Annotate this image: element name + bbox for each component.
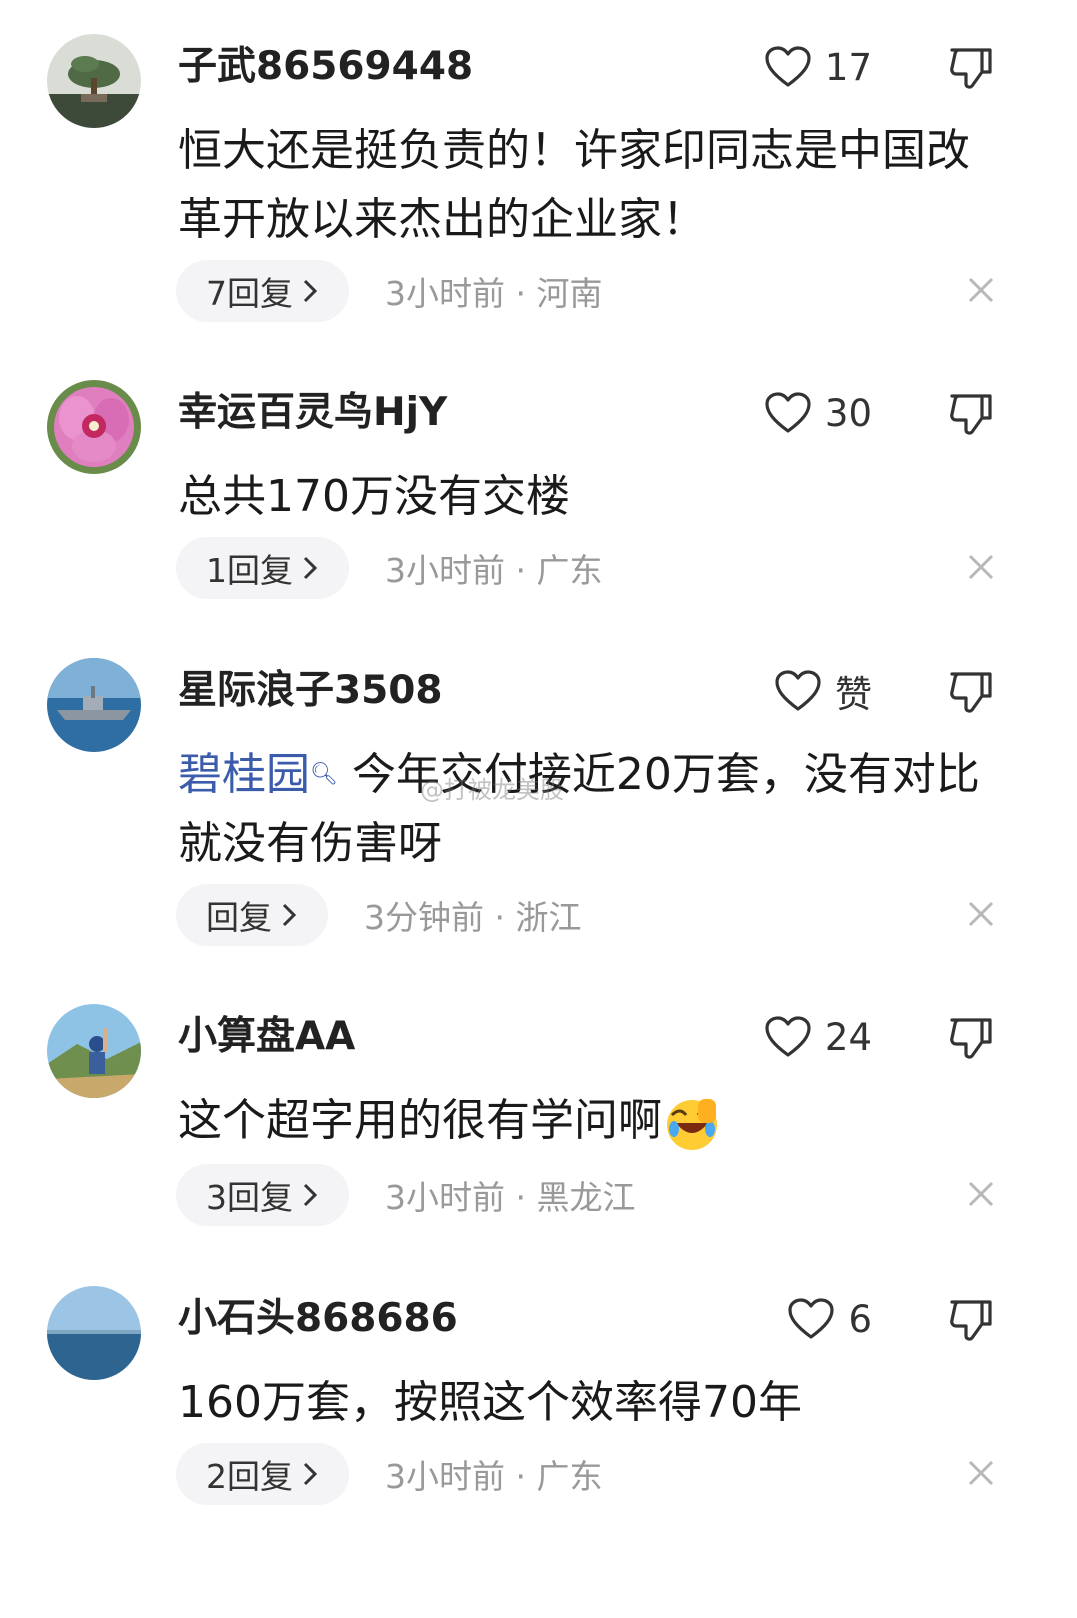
reply-label: 7回复 <box>206 274 293 313</box>
username[interactable]: 小石头868686 <box>178 1296 458 1342</box>
chevron-right-icon <box>303 1462 318 1486</box>
like-count: 17 <box>824 45 872 89</box>
heart-icon <box>765 46 811 87</box>
comment-item: 小石头868686 6 160万套，按照这个效率得70年 2回复 3小时前 · … <box>0 1286 1077 1576</box>
dislike-button[interactable] <box>946 42 996 92</box>
username[interactable]: 子武86569448 <box>178 44 473 90</box>
comment-text: 160万套，按照这个效率得70年 <box>178 1377 802 1428</box>
reply-button[interactable]: 7回复 <box>176 260 349 322</box>
comment-item: 幸运百灵鸟HjY 30 总共170万没有交楼 1回复 3小时前 · 广东 <box>0 380 1077 670</box>
sea-avatar-icon <box>47 1286 141 1380</box>
like-button[interactable]: 6 <box>788 1294 872 1344</box>
time-location: 3小时前 · 广东 <box>385 1457 603 1496</box>
time-location: 3分钟前 · 浙江 <box>364 898 582 937</box>
heart-icon <box>765 1016 811 1057</box>
like-button[interactable]: 赞 <box>775 666 872 716</box>
dislike-button[interactable] <box>946 388 996 438</box>
waving-person-avatar-icon <box>47 1004 141 1098</box>
avatar[interactable] <box>47 380 141 474</box>
bonsai-avatar-icon <box>47 34 141 128</box>
close-icon <box>968 277 994 303</box>
chevron-right-icon <box>303 1183 318 1207</box>
search-icon[interactable]: 🔍︎ <box>310 762 338 787</box>
thumbs-down-icon <box>950 48 992 89</box>
time-location: 3小时前 · 黑龙江 <box>385 1178 636 1217</box>
comment-body: 这个超字用的很有学问啊 <box>178 1095 662 1146</box>
chevron-right-icon <box>303 279 318 303</box>
like-count: 30 <box>824 391 872 435</box>
comment-meta: 回复 3分钟前 · 浙江 <box>176 884 581 946</box>
comment-meta: 3回复 3小时前 · 黑龙江 <box>176 1164 635 1226</box>
avatar[interactable] <box>47 34 141 128</box>
reply-button[interactable]: 3回复 <box>176 1164 349 1226</box>
thumbs-down-icon <box>950 672 992 713</box>
close-button[interactable] <box>966 552 996 582</box>
like-button[interactable]: 17 <box>765 42 872 92</box>
comment-meta: 1回复 3小时前 · 广东 <box>176 537 602 599</box>
close-icon <box>968 1181 994 1207</box>
heart-icon <box>788 1298 835 1339</box>
chevron-right-icon <box>303 556 318 580</box>
close-icon <box>968 1460 994 1486</box>
like-label: 赞 <box>835 673 872 716</box>
dislike-button[interactable] <box>946 666 996 716</box>
topic-link[interactable]: 碧桂园 <box>178 749 310 800</box>
thumbs-down-icon <box>950 394 992 435</box>
comment-meta: 2回复 3小时前 · 广东 <box>176 1443 602 1505</box>
like-button[interactable]: 24 <box>765 1012 872 1062</box>
reply-button[interactable]: 1回复 <box>176 537 349 599</box>
laughing-crying-emoji-icon <box>667 1099 717 1150</box>
comment-text: 碧桂园🔍︎ 今年交付接近20万套，没有对比就没有伤害呀 <box>178 740 998 878</box>
chevron-right-icon <box>282 903 297 927</box>
dislike-button[interactable] <box>946 1294 996 1344</box>
thumbs-down-icon <box>950 1018 992 1059</box>
like-count: 24 <box>824 1015 872 1059</box>
reply-label: 3回复 <box>206 1178 293 1217</box>
reply-label: 1回复 <box>206 551 293 590</box>
avatar[interactable] <box>47 1286 141 1380</box>
heart-icon <box>775 670 821 711</box>
comment-meta: 7回复 3小时前 · 河南 <box>176 260 602 322</box>
reply-label: 2回复 <box>206 1457 293 1496</box>
username[interactable]: 小算盘AA <box>178 1014 355 1060</box>
avatar[interactable] <box>47 658 141 752</box>
close-icon <box>968 554 994 580</box>
avatar[interactable] <box>47 1004 141 1098</box>
time-location: 3小时前 · 广东 <box>385 551 603 590</box>
dislike-button[interactable] <box>946 1012 996 1062</box>
close-button[interactable] <box>966 899 996 929</box>
comment-text: 这个超字用的很有学问啊 <box>178 1086 998 1155</box>
comment-text: 总共170万没有交楼 <box>178 471 570 522</box>
like-count: 6 <box>848 1297 872 1341</box>
warship-avatar-icon <box>47 658 141 752</box>
reply-button[interactable]: 回复 <box>176 884 328 946</box>
close-button[interactable] <box>966 275 996 305</box>
reply-button[interactable]: 2回复 <box>176 1443 349 1505</box>
close-button[interactable] <box>966 1458 996 1488</box>
heart-icon <box>765 392 811 433</box>
like-button[interactable]: 30 <box>765 388 872 438</box>
flower-avatar-icon <box>47 380 141 474</box>
watermark: @打被龙美股 <box>420 776 564 804</box>
comment-item: 子武86569448 17 恒大还是挺负责的！许家印同志是中国改革开放以来杰出的… <box>0 34 1077 324</box>
close-icon <box>968 901 994 927</box>
time-location: 3小时前 · 河南 <box>385 274 603 313</box>
comment-text: 恒大还是挺负责的！许家印同志是中国改革开放以来杰出的企业家！ <box>178 125 970 245</box>
close-button[interactable] <box>966 1179 996 1209</box>
username[interactable]: 星际浪子3508 <box>178 668 443 714</box>
thumbs-down-icon <box>950 1300 992 1341</box>
comment-item: 小算盘AA 24 这个超字用的很有学问啊 3回复 3小时前 · 黑龙江 <box>0 1004 1077 1294</box>
reply-label: 回复 <box>206 898 272 937</box>
username[interactable]: 幸运百灵鸟HjY <box>178 390 447 436</box>
